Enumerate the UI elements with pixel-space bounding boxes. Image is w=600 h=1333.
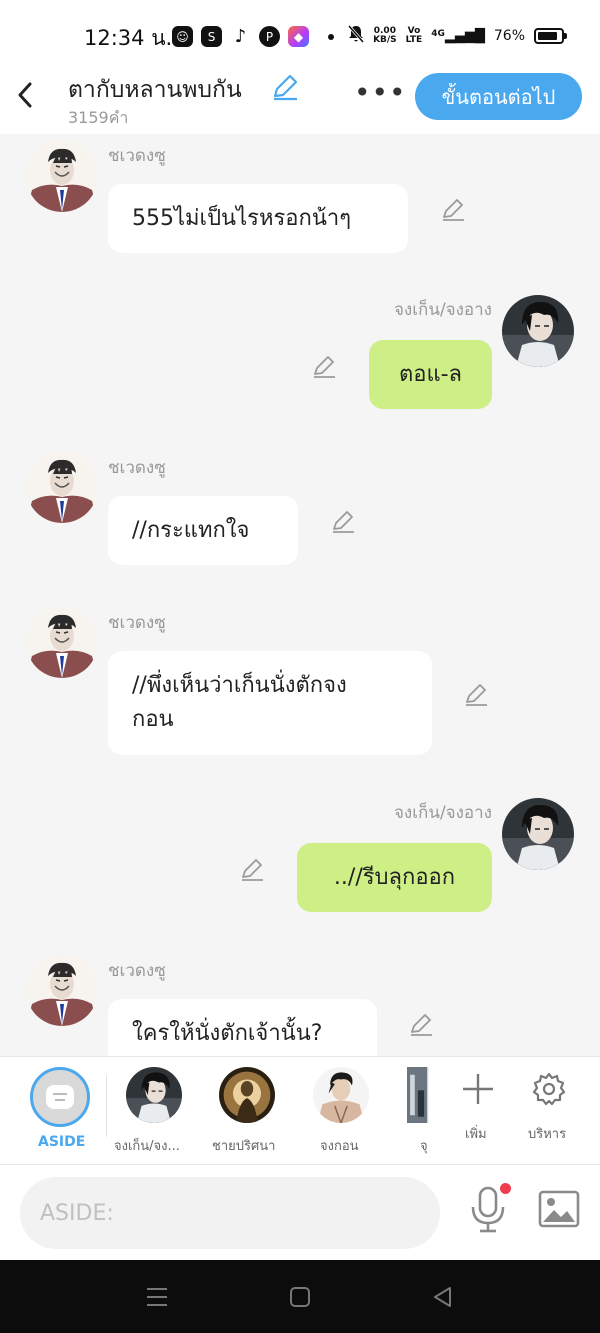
add-label: เพิ่ม bbox=[465, 1127, 487, 1142]
avatar[interactable] bbox=[502, 798, 574, 870]
sender-name: ชเวดงซู bbox=[108, 146, 166, 166]
mute-bell-icon bbox=[347, 25, 365, 47]
pencil-icon bbox=[273, 74, 298, 101]
character-label: จงเก็น/จง... bbox=[114, 1139, 180, 1154]
aside-button[interactable] bbox=[30, 1067, 90, 1127]
status-bar: 12:34 น. ☺ S ♪ P ◆ 0.00 KB/S Vo LTE 4G▂▄▆█… bbox=[0, 0, 600, 68]
back-triangle-icon[interactable] bbox=[430, 1284, 456, 1310]
divider bbox=[106, 1075, 107, 1137]
edit-title-button[interactable] bbox=[270, 72, 300, 102]
avatar[interactable] bbox=[502, 295, 574, 367]
edit-message-button[interactable] bbox=[239, 856, 265, 882]
home-icon[interactable] bbox=[287, 1284, 313, 1310]
message-bubble[interactable]: //พึ่งเห็นว่าเก็นนั่งตักจง กอน bbox=[108, 651, 432, 755]
net-speed-unit: KB/S bbox=[373, 35, 397, 45]
recording-badge bbox=[500, 1183, 511, 1194]
chevron-left-icon bbox=[18, 82, 32, 108]
character-avatar[interactable] bbox=[407, 1067, 429, 1123]
battery-percent: 76% bbox=[493, 28, 525, 44]
status-time: 12:34 น. bbox=[84, 26, 173, 50]
sender-name: ชเวดงซู bbox=[108, 458, 166, 478]
gradient-app-icon: ◆ bbox=[288, 26, 309, 47]
status-app-icons: ☺ S ♪ P ◆ bbox=[172, 26, 309, 47]
sender-name: ชเวดงซู bbox=[108, 961, 166, 981]
sender-name: จงเก็น/จงอาง bbox=[393, 300, 492, 320]
volte-bottom: LTE bbox=[405, 35, 423, 45]
avatar[interactable] bbox=[26, 140, 98, 212]
next-step-button[interactable]: ขั้นตอนต่อไป bbox=[415, 73, 582, 120]
message-text: //กระแทกใจ bbox=[132, 517, 250, 543]
messenger-app-icon: ☺ bbox=[172, 26, 193, 47]
message-bubble[interactable]: //กระแทกใจ bbox=[108, 496, 298, 565]
character-avatar[interactable] bbox=[126, 1067, 182, 1123]
back-button[interactable] bbox=[16, 80, 36, 118]
more-options-button[interactable]: ••• bbox=[354, 76, 407, 109]
add-icon[interactable] bbox=[460, 1071, 496, 1107]
character-avatar[interactable] bbox=[219, 1067, 275, 1123]
message-bubble[interactable]: ใครให้นั่งตักเจ้านั้น? bbox=[108, 999, 377, 1056]
aside-label: ASIDE bbox=[38, 1134, 86, 1150]
signal-icon: 4G▂▄▆█ bbox=[431, 28, 485, 44]
status-indicators: 0.00 KB/S Vo LTE 4G▂▄▆█ 76% bbox=[347, 25, 567, 47]
edit-message-button[interactable] bbox=[408, 1011, 434, 1037]
sender-name: ชเวดงซู bbox=[108, 613, 166, 633]
avatar[interactable] bbox=[26, 451, 98, 523]
message-bubble[interactable]: 555ไม่เป็นไรหรอกน้าๆ bbox=[108, 184, 408, 253]
gear-icon[interactable] bbox=[531, 1071, 567, 1107]
story-header: ตากับหลานพบกัน 3159คำ ••• ขั้นตอนต่อไป bbox=[0, 68, 600, 134]
avatar[interactable] bbox=[26, 954, 98, 1026]
edit-message-button[interactable] bbox=[463, 681, 489, 707]
character-avatar[interactable] bbox=[313, 1067, 369, 1123]
image-icon[interactable] bbox=[537, 1189, 581, 1229]
menu-icon[interactable] bbox=[144, 1284, 170, 1310]
composer bbox=[0, 1165, 600, 1260]
volte-indicator: Vo LTE bbox=[406, 27, 423, 45]
message-text: ตอแ-ล bbox=[398, 361, 463, 387]
edit-message-button[interactable] bbox=[440, 196, 466, 222]
character-label: ชายปริศนา bbox=[212, 1139, 276, 1154]
aside-icon bbox=[46, 1085, 74, 1109]
character-label: จงกอน bbox=[320, 1139, 359, 1154]
net-speed: 0.00 KB/S bbox=[373, 27, 397, 45]
chat-area[interactable]: ชเวดงซู 555ไม่เป็นไรหรอกน้าๆ จงเก็น/จงอา… bbox=[0, 134, 600, 1056]
avatar[interactable] bbox=[26, 606, 98, 678]
message-input[interactable] bbox=[20, 1177, 440, 1249]
network-type: 4G bbox=[431, 28, 445, 39]
edit-message-button[interactable] bbox=[330, 508, 356, 534]
system-navigation-bar bbox=[0, 1260, 600, 1333]
message-text: 555ไม่เป็นไรหรอกน้าๆ bbox=[132, 205, 352, 231]
character-selector: ASIDE จงเก็น/จง... ชายปริศนา จงกอน จุ เพ… bbox=[0, 1056, 600, 1165]
pinterest-icon: P bbox=[259, 26, 280, 47]
character-label: จุ bbox=[420, 1139, 428, 1154]
word-count: 3159คำ bbox=[68, 108, 129, 127]
manage-label: บริหาร bbox=[528, 1127, 567, 1142]
tiktok-icon: ♪ bbox=[230, 26, 251, 47]
message-text: ใครให้นั่งตักเจ้านั้น? bbox=[132, 1020, 323, 1046]
story-title: ตากับหลานพบกัน bbox=[68, 77, 242, 103]
shopping-bag-icon: S bbox=[201, 26, 222, 47]
message-text-line: กอน bbox=[132, 707, 174, 732]
edit-message-button[interactable] bbox=[311, 353, 337, 379]
message-text: ..//รีบลุกออก bbox=[333, 864, 456, 890]
message-bubble[interactable]: ตอแ-ล bbox=[369, 340, 492, 409]
battery-icon bbox=[534, 28, 567, 44]
message-text-line: //พึ่งเห็นว่าเก็นนั่งตักจง bbox=[132, 673, 347, 698]
more-notifications-dot bbox=[328, 34, 334, 40]
sender-name: จงเก็น/จงอาง bbox=[393, 803, 492, 823]
message-bubble[interactable]: ..//รีบลุกออก bbox=[297, 843, 492, 912]
